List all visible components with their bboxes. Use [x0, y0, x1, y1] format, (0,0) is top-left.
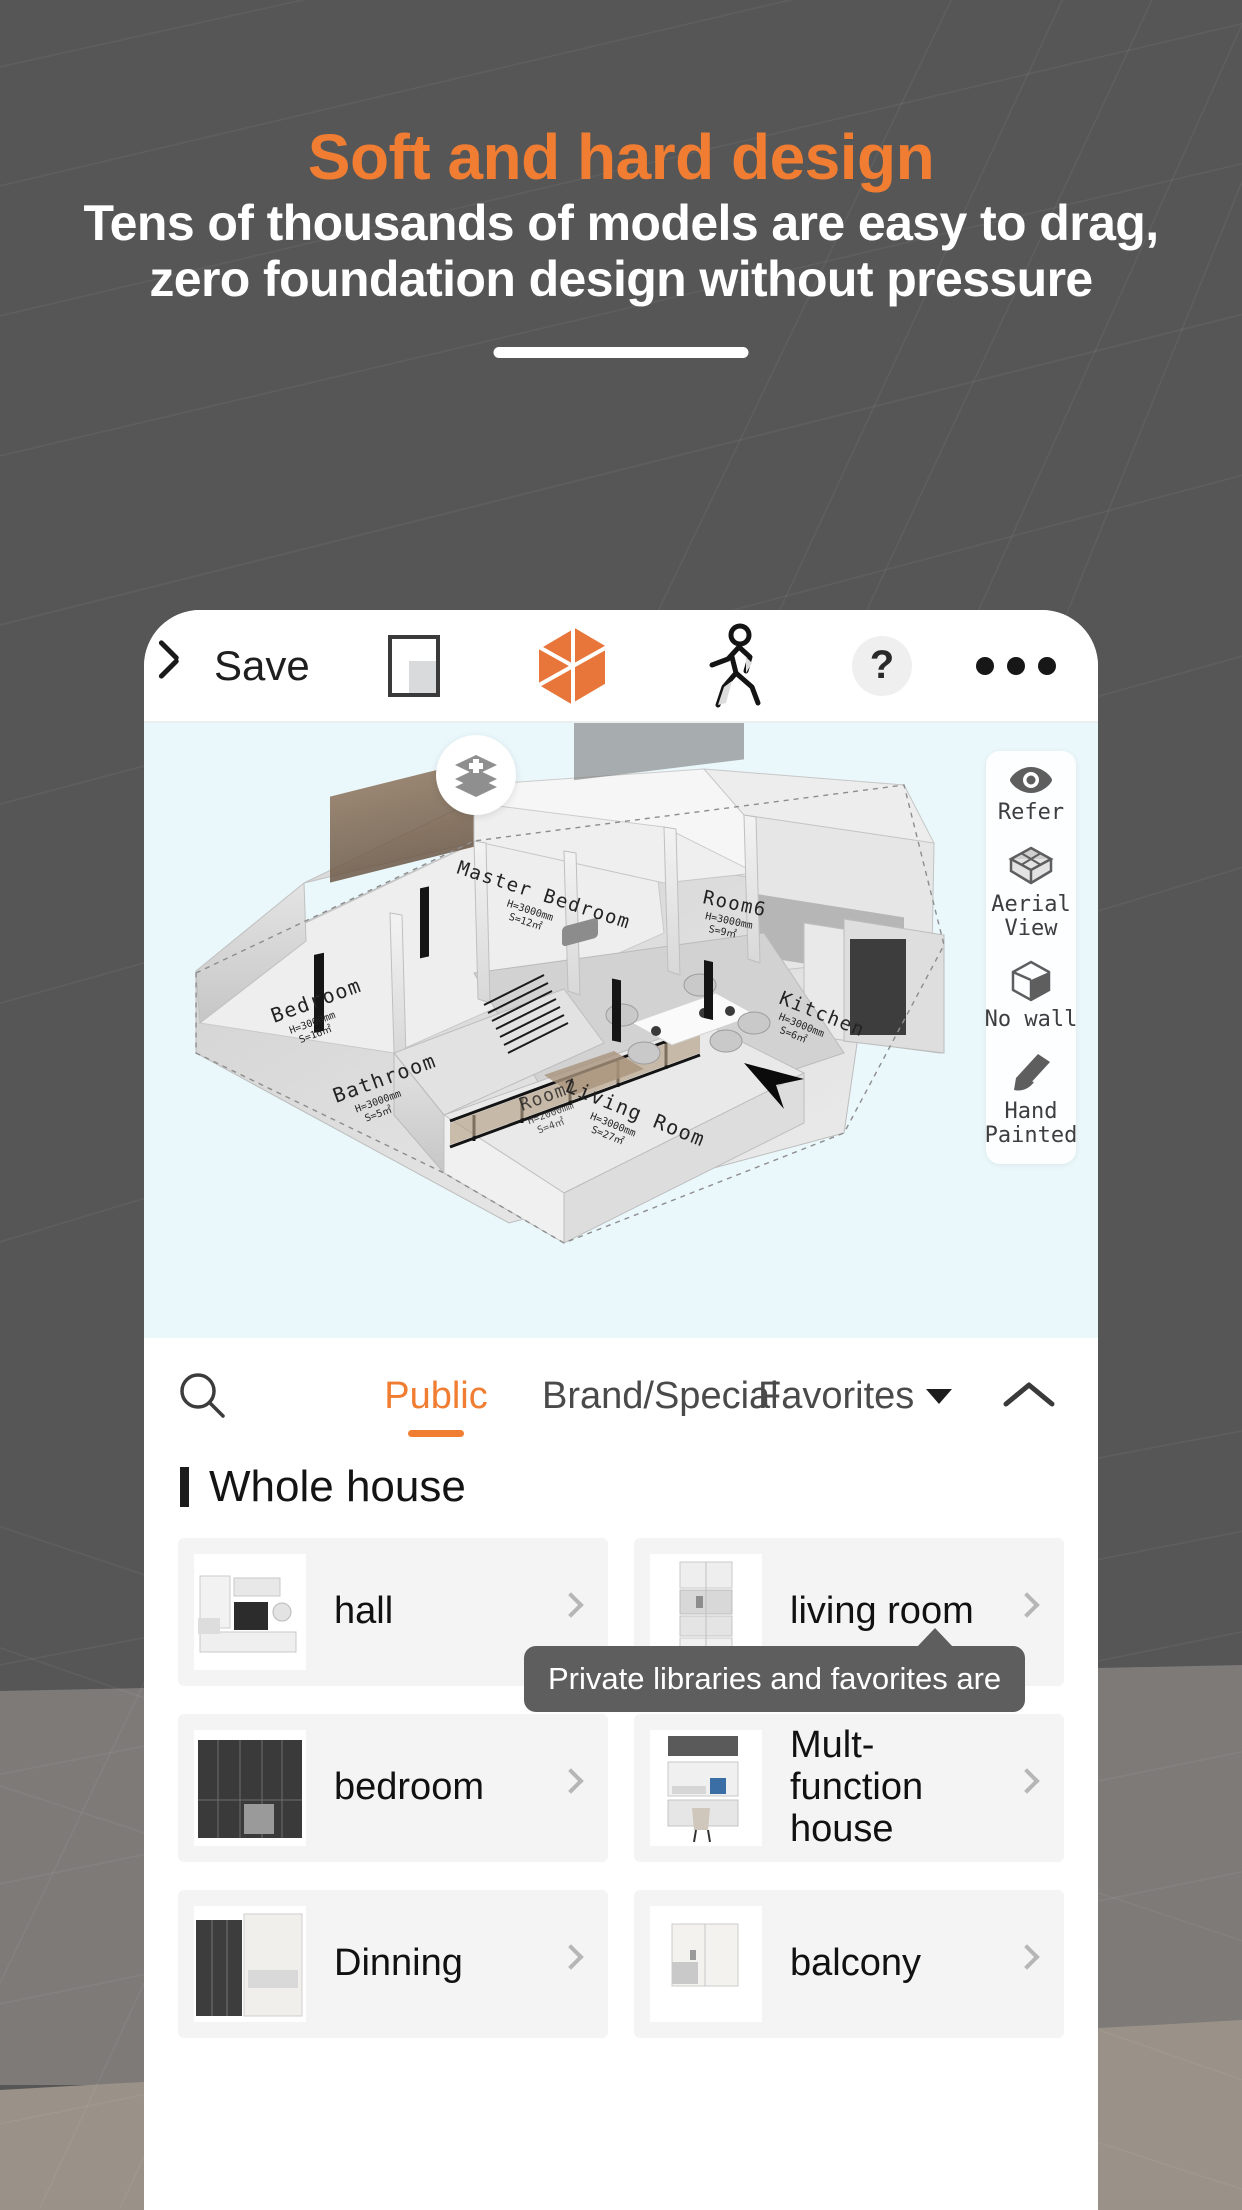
floorplan-3d-viewport[interactable]: Bedroom H=3000mm S=16㎡ Master Bedroom H=… — [144, 723, 1098, 1338]
tooltip-private-libraries: Private libraries and favorites are — [524, 1628, 1026, 1712]
rail-label-aerial-view: Aerial View — [991, 891, 1071, 941]
tab-public[interactable]: Public — [356, 1375, 516, 1437]
chevron-left-icon — [174, 644, 200, 688]
item-label: bedroom — [334, 1766, 484, 1809]
library-tab-bar: Public Brand/Special Favorites — [144, 1338, 1098, 1456]
item-label: hall — [334, 1590, 394, 1633]
aerial-box-icon — [1008, 846, 1054, 885]
help-button[interactable]: ? — [852, 635, 912, 696]
section-accent-bar — [180, 1467, 189, 1507]
phone-mockup: Save ? Bedroom H=3000mm S=16㎡ Master Bed… — [144, 610, 1098, 2210]
chevron-right-icon — [1014, 1944, 1040, 1970]
page-subtitle-line2: zero foundation design without pressure — [149, 251, 1093, 307]
tab-favorites-label: Favorites — [758, 1375, 915, 1418]
tooltip-arrow — [917, 1628, 954, 1647]
title-divider — [493, 347, 749, 358]
item-label: Dinning — [334, 1942, 463, 1985]
rail-item-hand-painted[interactable]: Hand Painted — [984, 1052, 1078, 1148]
app-toolbar: Save ? — [144, 610, 1098, 723]
item-label: Mult-function house — [790, 1724, 924, 1850]
page-subtitle: Tens of thousands of models are easy to … — [61, 198, 1181, 304]
walking-person-icon[interactable] — [702, 623, 768, 709]
item-label: balcony — [790, 1942, 921, 1985]
page-title: Soft and hard design — [307, 121, 935, 193]
section-header: Whole house — [144, 1456, 1098, 1512]
item-thumbnail — [650, 1730, 762, 1846]
tab-public-label: Public — [384, 1375, 488, 1418]
chevron-right-icon — [1014, 1592, 1040, 1618]
search-button[interactable] — [176, 1369, 238, 1426]
floorplan-3d-render: Bedroom H=3000mm S=16㎡ Master Bedroom H=… — [195, 723, 945, 1244]
section-title: Whole house — [209, 1462, 466, 1511]
item-thumbnail — [194, 1554, 306, 1670]
tab-brand-special-label: Brand/Special — [542, 1375, 779, 1418]
rail-label-no-wall: No wall — [984, 1007, 1078, 1033]
tab-brand-special[interactable]: Brand/Special — [542, 1376, 779, 1417]
back-button[interactable]: Save — [174, 642, 310, 690]
layers-add-icon[interactable] — [436, 735, 516, 815]
view-tools-rail: Refer Aerial View No wall Hand Painted — [984, 751, 1078, 1164]
item-label: living room — [790, 1590, 974, 1633]
item-thumbnail — [650, 1906, 762, 2022]
list-item[interactable]: Mult-function house — [634, 1714, 1064, 1862]
brush-icon — [1014, 1054, 1050, 1091]
chevron-up-icon — [1003, 1382, 1055, 1406]
page-subtitle-line1: Tens of thousands of models are easy to … — [83, 195, 1159, 251]
chevron-right-icon — [558, 1592, 584, 1618]
floor-plan-icon[interactable] — [388, 634, 440, 697]
tooltip-text: Private libraries and favorites are — [548, 1661, 1002, 1696]
list-item[interactable]: Dinning — [178, 1890, 608, 2038]
list-item[interactable]: balcony — [634, 1890, 1064, 2038]
chevron-down-icon — [926, 1389, 953, 1405]
search-icon — [180, 1372, 225, 1418]
rail-item-refer[interactable]: Refer — [998, 765, 1064, 825]
rail-item-no-wall[interactable]: No wall — [984, 960, 1078, 1033]
tab-active-underline — [408, 1429, 464, 1437]
tab-favorites[interactable]: Favorites — [758, 1375, 953, 1418]
save-button-label: Save — [214, 641, 310, 689]
chevron-right-icon — [558, 1768, 584, 1794]
collapse-panel-button[interactable] — [1000, 1377, 1058, 1418]
list-item[interactable]: bedroom — [178, 1714, 608, 1862]
chevron-right-icon — [1014, 1768, 1040, 1794]
rail-item-aerial-view[interactable]: Aerial View — [991, 845, 1071, 941]
more-horizontal-icon[interactable] — [976, 656, 1056, 675]
rail-label-hand-painted: Hand Painted — [984, 1099, 1078, 1148]
cube-icon — [1011, 960, 1051, 1002]
3d-cube-icon[interactable] — [536, 624, 610, 707]
eye-icon — [1009, 767, 1052, 793]
rail-label-refer: Refer — [997, 800, 1065, 825]
library-item-grid: hall living room bedroom Mult-function h… — [144, 1512, 1098, 2038]
item-thumbnail — [194, 1730, 306, 1846]
item-thumbnail — [194, 1906, 306, 2022]
chevron-right-icon — [558, 1944, 584, 1970]
